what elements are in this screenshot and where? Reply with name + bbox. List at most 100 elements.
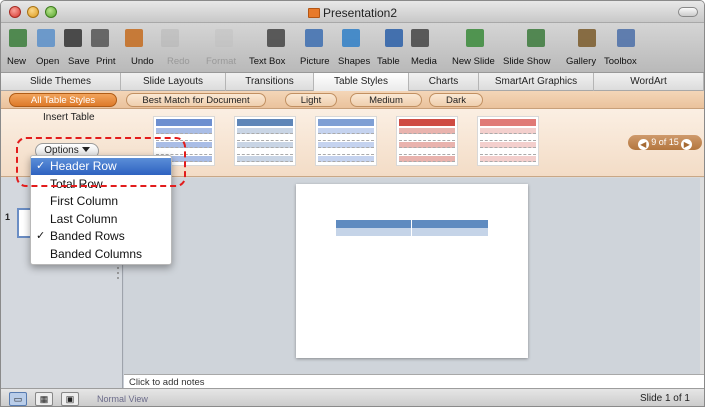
slide-show-view-button[interactable]: ▣ xyxy=(61,392,79,406)
toolbar-label-redo[interactable]: Redo xyxy=(167,56,190,67)
gallery-icon[interactable] xyxy=(578,29,596,47)
table-style-thumbnail[interactable] xyxy=(396,116,458,166)
style-row-swatch xyxy=(237,149,293,155)
style-row-swatch xyxy=(318,142,374,148)
filter-best-match-for-document[interactable]: Best Match for Document xyxy=(126,93,266,107)
toolbar-label-open[interactable]: Open xyxy=(36,56,59,67)
slide-canvas xyxy=(124,178,700,374)
current-view-label: Normal View xyxy=(97,394,148,404)
table-body-row[interactable] xyxy=(336,228,488,236)
notes-placeholder: Click to add notes xyxy=(129,377,205,388)
toolbar-label-gallery[interactable]: Gallery xyxy=(566,56,596,67)
insert-table-label[interactable]: Insert Table xyxy=(43,112,95,123)
highlight-callout xyxy=(16,137,186,187)
tab-transitions[interactable]: Transitions xyxy=(226,73,314,91)
new-presentation-icon[interactable] xyxy=(9,29,27,47)
style-row-swatch xyxy=(399,149,455,155)
shapes-icon[interactable] xyxy=(342,29,360,47)
table-style-filter-bar: All Table Styles Best Match for Document L… xyxy=(1,91,704,109)
normal-view-button[interactable]: ▭ xyxy=(9,392,27,406)
style-header-swatch xyxy=(318,119,374,126)
tab-slide-themes[interactable]: Slide Themes xyxy=(1,73,121,91)
table-icon[interactable] xyxy=(385,29,403,47)
filter-dark[interactable]: Dark xyxy=(429,93,483,107)
open-folder-icon[interactable] xyxy=(37,29,55,47)
slide-show-icon[interactable] xyxy=(527,29,545,47)
style-row-swatch xyxy=(480,142,536,148)
style-row-swatch xyxy=(480,128,536,134)
style-header-swatch xyxy=(480,119,536,126)
text-box-icon[interactable] xyxy=(267,29,285,47)
tab-slide-layouts[interactable]: Slide Layouts xyxy=(121,73,226,91)
tab-wordart[interactable]: WordArt xyxy=(594,73,704,91)
window-title-text: Presentation2 xyxy=(322,6,398,20)
previous-page-icon[interactable]: ◀ xyxy=(637,139,649,150)
table-column-divider xyxy=(411,220,412,236)
toolbox-icon[interactable] xyxy=(617,29,635,47)
style-header-swatch xyxy=(156,119,212,126)
toolbar-label-table[interactable]: Table xyxy=(377,56,400,67)
menu-item-label: Banded Columns xyxy=(50,246,143,261)
toolbar-label-toolbox[interactable]: Toolbox xyxy=(604,56,637,67)
style-row-swatch xyxy=(399,156,455,162)
menu-item-label: First Column xyxy=(50,194,119,208)
menu-item-label: Banded Rows xyxy=(50,229,125,243)
toolbar-toggle-button[interactable] xyxy=(678,7,698,17)
tab-table-styles[interactable]: Table Styles xyxy=(314,73,409,91)
status-bar: ▭ ▦ ▣ Normal View Slide 1 of 1 xyxy=(1,388,704,406)
media-icon[interactable] xyxy=(411,29,429,47)
save-disk-icon[interactable] xyxy=(64,29,82,47)
toolbar-label-picture[interactable]: Picture xyxy=(300,56,330,67)
new-slide-icon[interactable] xyxy=(466,29,484,47)
style-row-swatch xyxy=(318,128,374,134)
printer-icon[interactable] xyxy=(91,29,109,47)
tab-charts[interactable]: Charts xyxy=(409,73,479,91)
tab-smartart-graphics[interactable]: SmartArt Graphics xyxy=(479,73,594,91)
toolbar-label-print[interactable]: Print xyxy=(96,56,116,67)
toolbar-label-new[interactable]: New xyxy=(7,56,26,67)
slide-count-label: Slide 1 of 1 xyxy=(639,393,690,404)
vertical-scrollbar[interactable] xyxy=(700,178,704,388)
filter-all-table-styles[interactable]: All Table Styles xyxy=(9,93,117,107)
undo-icon[interactable] xyxy=(125,29,143,47)
next-page-icon[interactable]: ▶ xyxy=(681,139,693,150)
menu-item-last-column[interactable]: Last Column xyxy=(31,211,171,228)
menu-item-banded-rows[interactable]: ✓ Banded Rows xyxy=(31,228,171,245)
filter-medium[interactable]: Medium xyxy=(350,93,422,107)
toolbar-label-shapes[interactable]: Shapes xyxy=(338,56,370,67)
toolbar-label-text-box[interactable]: Text Box xyxy=(249,56,285,67)
slide-thumbnail-number: 1 xyxy=(5,212,11,222)
title-bar: Presentation2 xyxy=(1,1,704,23)
current-slide[interactable] xyxy=(296,184,528,358)
style-row-swatch xyxy=(156,128,212,134)
menu-item-banded-columns[interactable]: Banded Columns xyxy=(31,246,171,263)
menu-item-label: Last Column xyxy=(50,211,118,226)
gallery-page-indicator: 9 of 15 xyxy=(651,137,679,147)
slide-sorter-view-button[interactable]: ▦ xyxy=(35,392,53,406)
style-row-swatch xyxy=(318,149,374,155)
window-title: Presentation2 xyxy=(1,6,704,20)
style-row-swatch xyxy=(480,156,536,162)
ribbon-tabs: Slide Themes Slide Layouts Transitions Tabl… xyxy=(1,73,704,91)
style-row-swatch xyxy=(399,128,455,134)
format-brush-icon[interactable] xyxy=(215,29,233,47)
menu-item-first-column[interactable]: First Column xyxy=(31,193,171,210)
toolbar-label-new-slide[interactable]: New Slide xyxy=(452,56,495,67)
filter-light[interactable]: Light xyxy=(285,93,337,107)
toolbar-label-slide-show[interactable]: Slide Show xyxy=(503,56,551,67)
toolbar-label-undo[interactable]: Undo xyxy=(131,56,154,67)
style-row-swatch xyxy=(318,135,374,141)
redo-icon[interactable] xyxy=(161,29,179,47)
gallery-pager[interactable]: ◀ 9 of 15 ▶ xyxy=(628,135,702,150)
toolbar-label-media[interactable]: Media xyxy=(411,56,437,67)
table-style-thumbnail[interactable] xyxy=(234,116,296,166)
table-style-thumbnail[interactable] xyxy=(315,116,377,166)
toolbar-label-format[interactable]: Format xyxy=(206,56,236,67)
notes-pane[interactable]: Click to add notes xyxy=(124,374,704,388)
table-header-row[interactable] xyxy=(336,220,488,228)
standard-toolbar: New Open Save Print Undo Redo Format Text Box Pi… xyxy=(1,23,704,73)
picture-icon[interactable] xyxy=(305,29,323,47)
style-row-swatch xyxy=(480,149,536,155)
toolbar-label-save[interactable]: Save xyxy=(68,56,90,67)
table-style-thumbnail[interactable] xyxy=(477,116,539,166)
